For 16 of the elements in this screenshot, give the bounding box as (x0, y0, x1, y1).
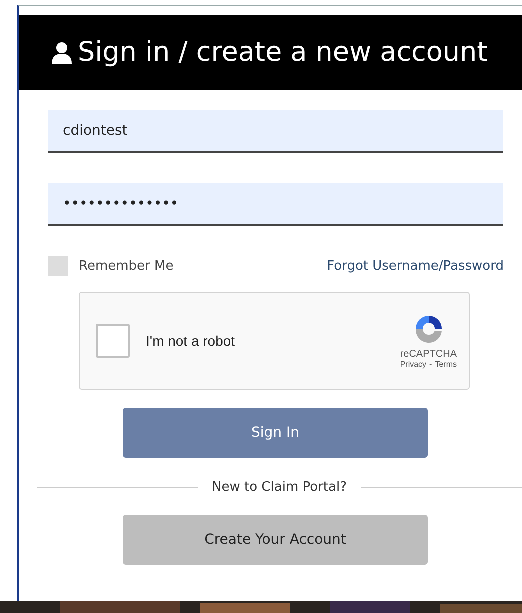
remember-label: Remember Me (79, 258, 174, 274)
terms-link[interactable]: Terms (435, 360, 457, 369)
privacy-link[interactable]: Privacy (400, 360, 427, 369)
username-field[interactable]: cdiontest (48, 110, 503, 153)
remember-checkbox[interactable] (48, 256, 68, 276)
forgot-link[interactable]: Forgot Username/Password (327, 258, 504, 274)
link-separator: - (430, 360, 432, 369)
captcha-label: I'm not a robot (146, 333, 236, 349)
captcha-brand: reCAPTCHA (400, 349, 457, 360)
password-field[interactable]: •••••••••••••• (48, 183, 503, 226)
create-account-button[interactable]: Create Your Account (123, 515, 428, 565)
captcha-checkbox[interactable] (96, 324, 130, 358)
user-icon (52, 42, 72, 64)
divider-text: New to Claim Portal? (212, 480, 347, 495)
sign-in-button[interactable]: Sign In (123, 408, 428, 458)
page-title: Sign in / create a new account (78, 37, 488, 68)
